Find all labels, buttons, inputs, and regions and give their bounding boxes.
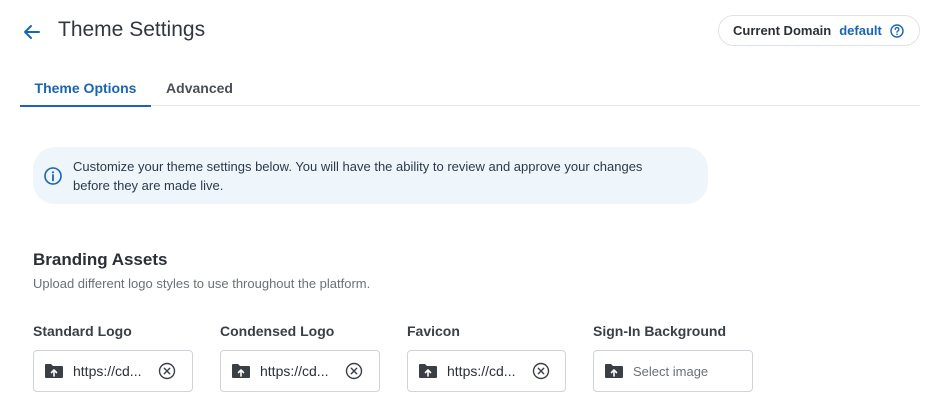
folder-upload-icon [232,364,250,378]
tab-bar: Theme Options Advanced [20,70,920,107]
page-title: Theme Settings [58,18,206,41]
back-button[interactable] [18,19,46,45]
condensed-logo-value: https://cd... [260,363,329,379]
tab-advanced[interactable]: Advanced [151,70,248,106]
arrow-left-icon [24,25,40,39]
clear-icon[interactable] [531,361,551,381]
info-icon [44,166,62,185]
clear-icon[interactable] [157,361,177,381]
condensed-logo-label: Condensed Logo [220,323,335,339]
info-banner-line-2: before they are made live. [73,177,224,193]
standard-logo-value: https://cd... [73,363,142,379]
condensed-logo-input[interactable]: https://cd... [220,350,380,392]
branding-assets-description: Upload different logo styles to use thro… [33,276,371,291]
branding-assets-title: Branding Assets [33,250,168,269]
tab-theme-options[interactable]: Theme Options [20,70,151,107]
current-domain-label: Current Domain [733,23,832,38]
sign-in-background-label: Sign-In Background [593,323,726,339]
condensed-logo-field: Condensed Logo https://cd... [220,323,382,392]
current-domain-pill: Current Domain default [718,15,920,46]
info-banner-line-1: Customize your theme settings below. You… [73,158,643,174]
folder-upload-icon [605,364,623,378]
folder-upload-icon [419,364,437,378]
sign-in-background-input[interactable]: Select image [593,350,753,392]
favicon-field: Favicon https://cd... [407,323,569,392]
standard-logo-field: Standard Logo https://cd... [33,323,195,392]
clear-icon[interactable] [344,361,364,381]
question-circle-icon[interactable] [890,23,904,38]
favicon-value: https://cd... [447,363,516,379]
favicon-label: Favicon [407,323,460,339]
info-banner: Customize your theme settings below. You… [33,147,708,204]
current-domain-value[interactable]: default [839,23,882,38]
standard-logo-input[interactable]: https://cd... [33,350,193,392]
folder-upload-icon [45,364,63,378]
sign-in-background-field: Sign-In Background Select image [593,323,755,392]
sign-in-background-placeholder: Select image [633,363,709,379]
favicon-input[interactable]: https://cd... [407,350,566,392]
standard-logo-label: Standard Logo [33,323,132,339]
info-banner-text: Customize your theme settings below. You… [73,157,642,195]
